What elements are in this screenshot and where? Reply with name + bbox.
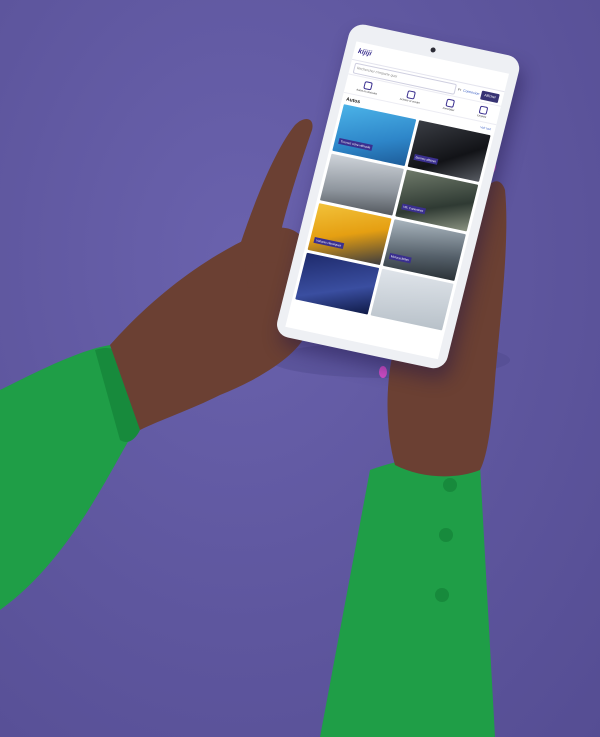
connect-link[interactable]: Connexion: [463, 89, 480, 96]
post-ad-button[interactable]: Afficher: [480, 90, 500, 103]
see-all-link[interactable]: Voir tout: [479, 125, 492, 133]
right-sleeve: [320, 458, 495, 737]
photo-scene: kijiji Rechercher n'importe quoi Fr Conn…: [0, 0, 600, 737]
kijiji-logo[interactable]: kijiji: [357, 48, 372, 58]
tag-icon: [406, 90, 417, 100]
category-jobs[interactable]: Emplois: [477, 105, 489, 119]
briefcase-icon: [478, 105, 489, 115]
car-icon: [363, 81, 374, 91]
category-autos[interactable]: Autos et véhicules: [356, 80, 380, 96]
camera-icon: [430, 47, 437, 53]
right-lower-nail: [379, 366, 387, 378]
language-toggle[interactable]: Fr: [457, 88, 461, 93]
category-buy-sell[interactable]: Acheter et vendre: [399, 89, 422, 105]
home-icon: [445, 98, 455, 108]
category-real-estate[interactable]: Immobilier: [442, 98, 457, 112]
hands-illustration: [0, 118, 510, 737]
